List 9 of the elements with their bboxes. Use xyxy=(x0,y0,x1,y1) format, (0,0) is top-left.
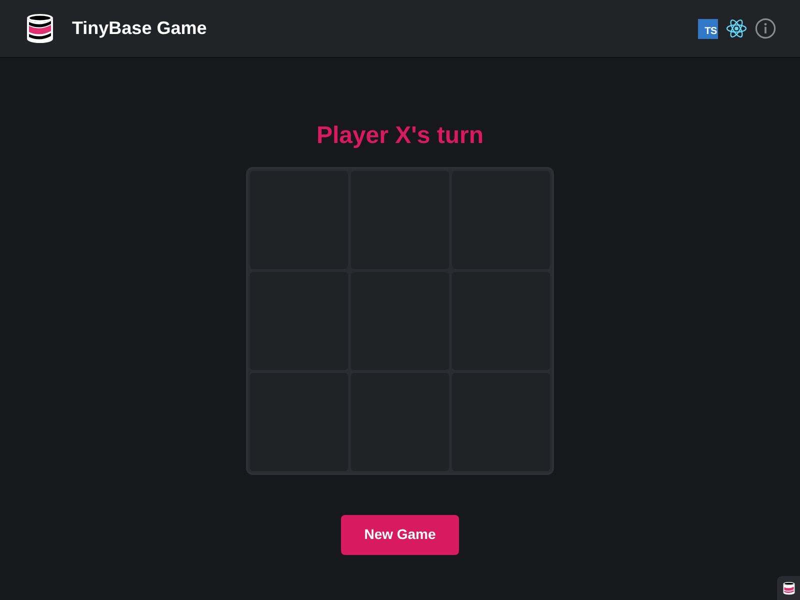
info-icon[interactable] xyxy=(755,18,776,39)
logo-icon xyxy=(24,12,56,44)
turn-status: Player X's turn xyxy=(316,122,484,151)
new-game-button[interactable]: New Game xyxy=(341,514,459,555)
inspector-button[interactable] xyxy=(777,576,800,600)
app-title: TinyBase Game xyxy=(72,17,207,40)
atom-icon[interactable] xyxy=(726,19,747,38)
ts-logo[interactable]: TS xyxy=(698,18,718,38)
database-icon xyxy=(782,580,796,596)
